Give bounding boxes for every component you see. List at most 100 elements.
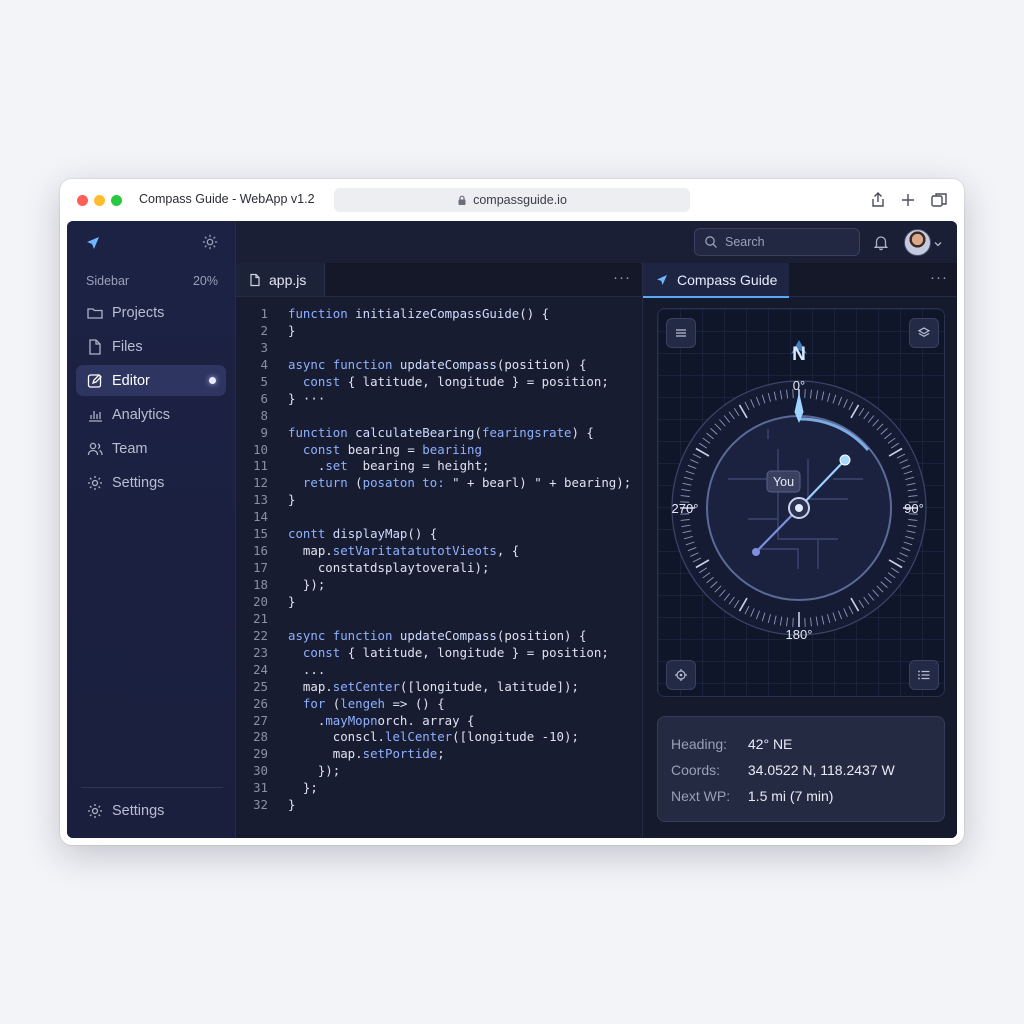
code-line: 4 async function updateCompass(position) … xyxy=(236,357,641,374)
sidebar-divider xyxy=(81,787,223,788)
navigation-arrow-icon xyxy=(655,273,669,287)
compass-logo-icon xyxy=(83,233,103,253)
map-menu-button[interactable] xyxy=(666,318,696,348)
map-list-button[interactable] xyxy=(909,660,939,690)
hamburger-icon xyxy=(676,329,686,337)
sidebar-footer-settings[interactable]: Settings xyxy=(76,795,226,826)
app-root: Sidebar 20% Projects Files Editor Analyt… xyxy=(67,221,957,838)
map-layers-button[interactable] xyxy=(909,318,939,348)
coords-row: Coords: 34.0522 N, 118.2437 W xyxy=(671,762,895,778)
line-text: async function updateCompass(position) { xyxy=(288,627,587,643)
avatar[interactable] xyxy=(904,229,931,256)
line-text: map.setVaritatatutotVieots, { xyxy=(288,543,520,559)
heading-row: Heading: 42° NE xyxy=(671,736,792,752)
maximize-window-button[interactable] xyxy=(111,195,122,206)
close-window-button[interactable] xyxy=(77,195,88,206)
code-line: 13} xyxy=(236,492,641,509)
you-label: You xyxy=(773,475,794,489)
code-editor[interactable]: app.js ··· 1 function initializeCompassGu… xyxy=(236,263,641,838)
sidebar-item-analytics[interactable]: Analytics xyxy=(76,399,226,430)
editor-more-icon[interactable]: ··· xyxy=(613,269,631,286)
line-text: } xyxy=(288,492,296,508)
sidebar-item-settings[interactable]: Settings xyxy=(76,467,226,498)
compass-map[interactable]: You N 0° 90° 180° 270° xyxy=(657,308,945,697)
code-line: 12 return (posaton to: " + bearl) " + be… xyxy=(236,475,641,492)
line-number: 8 xyxy=(260,407,268,423)
sidebar-item-label: Projects xyxy=(112,304,165,321)
west-degree-label: 270° xyxy=(672,501,699,516)
url-bar[interactable]: compassguide.io xyxy=(334,188,690,212)
edit-icon xyxy=(86,372,104,390)
folder-icon xyxy=(86,304,104,322)
south-degree-label: 180° xyxy=(786,627,813,642)
code-line: 1 function initializeCompassGuide() { xyxy=(236,306,641,323)
tabs-overview-icon[interactable] xyxy=(929,190,949,210)
line-text: } xyxy=(288,797,296,813)
line-text: const { latitude, longitude } = position… xyxy=(302,373,609,389)
minimize-window-button[interactable] xyxy=(94,195,105,206)
share-icon[interactable] xyxy=(868,190,888,210)
tab-app-js[interactable]: app.js xyxy=(236,263,325,296)
tab-compass-guide[interactable]: Compass Guide xyxy=(643,263,789,298)
code-line: 8 xyxy=(236,408,641,425)
code-line: 3 xyxy=(236,340,641,357)
line-number: 2 xyxy=(260,322,268,338)
notification-bell-icon[interactable] xyxy=(872,233,890,251)
line-text: const bearing = beariing xyxy=(302,441,482,457)
sidebar-settings-icon[interactable] xyxy=(201,233,219,251)
crosshair-icon xyxy=(675,669,687,681)
north-degree-label: 0° xyxy=(793,378,805,393)
compass-graphic: You N 0° 90° 180° 270° xyxy=(659,340,939,648)
code-line: 21 xyxy=(236,611,641,628)
line-number: 24 xyxy=(253,661,268,677)
sidebar-item-files[interactable]: Files xyxy=(76,331,226,362)
line-number: 32 xyxy=(253,797,268,813)
title-bar: Compass Guide - WebApp v1.2 compassguide… xyxy=(60,179,964,221)
line-text: }); xyxy=(288,763,341,779)
line-text: }); xyxy=(288,577,326,592)
team-icon xyxy=(86,440,104,458)
line-text: conscl.lelCenter([longitude -10); xyxy=(288,729,579,745)
layers-icon xyxy=(917,327,931,337)
top-bar: Search xyxy=(236,221,957,264)
line-number: 11 xyxy=(253,458,268,474)
search-input[interactable]: Search xyxy=(694,228,860,256)
sidebar-item-team[interactable]: Team xyxy=(76,433,226,464)
north-label: N xyxy=(792,344,806,365)
line-number: 21 xyxy=(253,610,268,626)
line-number: 10 xyxy=(253,441,268,457)
line-number: 1 xyxy=(260,306,268,321)
line-text: function initializeCompassGuide() { xyxy=(288,306,550,321)
line-text: .set bearing = height; xyxy=(288,458,490,474)
code-line: 5 const { latitude, longitude } = positi… xyxy=(236,374,641,391)
heading-value: 42° NE xyxy=(747,736,793,752)
analytics-icon xyxy=(86,406,104,424)
heading-key: Heading: xyxy=(671,736,728,752)
line-text: map.setPortide; xyxy=(288,746,445,762)
line-number: 18 xyxy=(253,577,268,592)
line-number: 26 xyxy=(253,695,268,711)
chevron-down-icon[interactable] xyxy=(933,236,943,247)
code-line: 22 async function updateCompass(position)… xyxy=(236,628,641,645)
line-number: 31 xyxy=(253,780,268,796)
sidebar-item-label: Files xyxy=(112,338,143,355)
sidebar-item-label: Editor xyxy=(112,372,150,389)
code-line: 9 function calculateBearing(fearingsrate)… xyxy=(236,425,641,442)
new-tab-icon[interactable] xyxy=(898,190,918,210)
code-line: 20} xyxy=(236,594,641,611)
panel-more-icon[interactable]: ··· xyxy=(930,269,948,286)
code-line: 27 .mayMopnorch. array { xyxy=(236,713,641,730)
file-icon xyxy=(86,338,104,356)
browser-window: Compass Guide - WebApp v1.2 compassguide… xyxy=(60,179,964,845)
sidebar-item-editor[interactable]: Editor xyxy=(76,365,226,396)
sidebar-item-projects[interactable]: Projects xyxy=(76,297,226,328)
locate-me-button[interactable] xyxy=(666,660,696,690)
code-line: 25 map.setCenter([longitude, latitude]); xyxy=(236,679,641,696)
line-number: 20 xyxy=(253,593,268,609)
line-text: return (posaton to: " + bearl) " + beari… xyxy=(302,475,632,491)
line-number: 30 xyxy=(253,763,268,779)
line-number: 4 xyxy=(260,356,268,372)
tab-label: Compass Guide xyxy=(677,271,778,288)
compass-panel: Compass Guide ··· You N 0° 90° 180° 270°… xyxy=(642,263,957,838)
code-line: 17 constatdsplaytoverali); xyxy=(236,560,641,577)
